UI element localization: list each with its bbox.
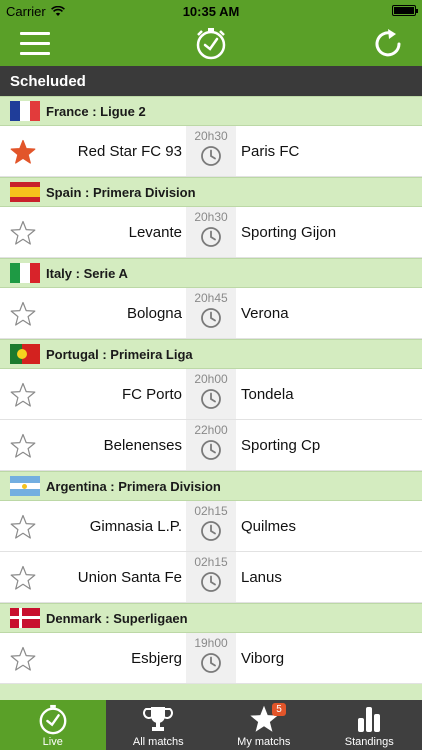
away-team: Verona — [241, 305, 289, 322]
clock-icon — [200, 521, 222, 546]
league-header[interactable]: Portugal : Primeira Liga — [0, 339, 422, 369]
kickoff-time: 20h00 — [194, 372, 228, 386]
clock-icon — [200, 146, 222, 171]
kickoff-time: 02h15 — [194, 504, 228, 518]
away-team: Tondela — [241, 386, 294, 403]
match-row[interactable]: Esbjerg 19h00 Viborg — [0, 633, 422, 684]
league-name: Denmark : Superligaen — [46, 610, 188, 626]
match-row[interactable]: Red Star FC 93 20h30 Paris FC — [0, 126, 422, 177]
favorite-star-icon[interactable] — [10, 220, 36, 246]
nav-bar — [0, 22, 422, 66]
kickoff-cell: 19h00 — [186, 633, 236, 683]
kickoff-time: 20h45 — [194, 291, 228, 305]
italy-flag — [10, 263, 40, 283]
away-team: Viborg — [241, 650, 285, 667]
clock-icon — [196, 28, 226, 60]
favorite-star-icon[interactable] — [10, 301, 36, 327]
argentina-flag — [10, 476, 40, 496]
away-team: Quilmes — [241, 518, 297, 535]
match-row[interactable]: Gimnasia L.P. 02h15 Quilmes — [0, 501, 422, 552]
kickoff-cell: 20h45 — [186, 288, 236, 338]
clock-icon — [200, 653, 222, 678]
tab-my-matchs[interactable]: 5 My matchs — [211, 700, 317, 750]
tab-label: Standings — [344, 736, 394, 748]
kickoff-cell: 20h30 — [186, 126, 236, 176]
home-team: Red Star FC 93 — [77, 143, 182, 160]
home-team: Levante — [128, 224, 182, 241]
tab-label: All matchs — [132, 736, 184, 748]
kickoff-cell: 22h00 — [186, 420, 236, 470]
menu-button[interactable] — [20, 30, 52, 56]
league-header[interactable]: France : Ligue 2 — [0, 96, 422, 126]
away-team: Sporting Cp — [241, 437, 321, 454]
kickoff-time: 19h00 — [194, 636, 228, 650]
kickoff-cell: 20h30 — [186, 207, 236, 257]
kickoff-cell: 02h15 — [186, 552, 236, 602]
league-header[interactable]: Denmark : Superligaen — [0, 603, 422, 633]
favorite-star-icon[interactable] — [10, 565, 36, 591]
kickoff-time: 02h15 — [194, 555, 228, 569]
kickoff-time: 20h30 — [194, 210, 228, 224]
portugal-flag — [10, 344, 40, 364]
league-header[interactable]: Argentina : Primera Division — [0, 471, 422, 501]
league-header-partial[interactable] — [0, 684, 422, 700]
match-row[interactable]: Union Santa Fe 02h15 Lanus — [0, 552, 422, 603]
home-team: Esbjerg — [131, 650, 182, 667]
refresh-button[interactable] — [372, 27, 406, 61]
home-team: FC Porto — [121, 386, 182, 403]
kickoff-time: 22h00 — [194, 423, 228, 437]
league-name: Portugal : Primeira Liga — [46, 346, 193, 362]
tab-label: My matchs — [237, 736, 291, 748]
status-bar: Carrier 10:35 AM — [0, 0, 422, 22]
league-name: Italy : Serie A — [46, 265, 128, 281]
status-time: 10:35 AM — [182, 4, 240, 19]
match-row[interactable]: Bologna 20h45 Verona — [0, 288, 422, 339]
favorite-star-icon[interactable] — [10, 646, 36, 672]
france-flag — [10, 101, 40, 121]
clock-icon — [200, 389, 222, 414]
home-team: Union Santa Fe — [77, 569, 182, 586]
tab-standings[interactable]: Standings — [317, 700, 422, 750]
favorite-star-filled-icon[interactable] — [10, 139, 36, 165]
away-team: Lanus — [241, 569, 282, 586]
league-header[interactable]: Spain : Primera Division — [0, 177, 422, 207]
home-team: Bologna — [126, 305, 182, 322]
kickoff-cell: 02h15 — [186, 501, 236, 551]
tab-live[interactable]: Live — [0, 700, 106, 750]
home-team: Belenenses — [103, 437, 182, 454]
home-team: Gimnasia L.P. — [89, 518, 182, 535]
match-row[interactable]: Levante 20h30 Sporting Gijon — [0, 207, 422, 258]
league-header[interactable]: Italy : Serie A — [0, 258, 422, 288]
battery-icon — [392, 5, 418, 16]
favorite-star-icon[interactable] — [10, 382, 36, 408]
kickoff-cell: 20h00 — [186, 369, 236, 419]
match-row[interactable]: Belenenses 22h00 Sporting Cp — [0, 420, 422, 471]
clock-icon — [200, 227, 222, 252]
tab-bar: Live All matchs 5 My matchs Standings — [0, 700, 422, 750]
away-team: Sporting Gijon — [241, 224, 337, 241]
tab-label: Live — [42, 736, 63, 748]
away-team: Paris FC — [241, 143, 300, 160]
league-name: Argentina : Primera Division — [46, 478, 221, 494]
kickoff-time: 20h30 — [194, 129, 228, 143]
denmark-flag — [10, 608, 40, 628]
section-title: Scheluded — [0, 66, 422, 96]
favorite-star-icon[interactable] — [10, 433, 36, 459]
clock-icon — [200, 572, 222, 597]
matches-list[interactable]: France : Ligue 2 Red Star FC 93 20h30 Paris… — [0, 96, 422, 700]
tab-all-matchs[interactable]: All matchs — [106, 700, 212, 750]
league-name: France : Ligue 2 — [46, 103, 146, 119]
favorite-star-icon[interactable] — [10, 514, 36, 540]
clock-icon — [200, 308, 222, 333]
notification-badge: 5 — [272, 703, 286, 716]
clock-icon — [200, 440, 222, 465]
match-row[interactable]: FC Porto 20h00 Tondela — [0, 369, 422, 420]
league-name: Spain : Primera Division — [46, 184, 196, 200]
spain-flag — [10, 182, 40, 202]
